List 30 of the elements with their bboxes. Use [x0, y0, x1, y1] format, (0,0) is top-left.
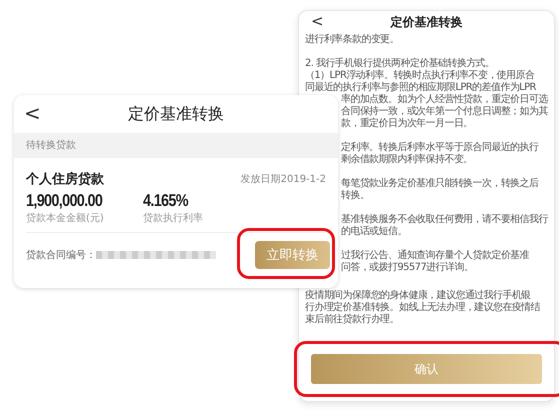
notice-text-line: 率的加点数。如为个人经营性贷款，重定价日可选	[341, 94, 548, 106]
page-title: 定价基准转换	[390, 14, 462, 30]
figure-label: 贷款本金金额(元)	[26, 212, 105, 225]
figure-value: 1,900,000.00	[26, 191, 104, 211]
notice-text-line: （1）LPR浮动利率。转换时点执行利率不变，使用原合	[305, 70, 536, 82]
loan-name: 个人住房贷款	[26, 170, 104, 188]
notice-text-line: 的电话或短信。	[341, 226, 408, 238]
notice-text-line: 定利率。转换后利率水平等于原合同最近的执行	[341, 142, 540, 154]
notice-text-line: 问答，或拨打95577进行详询。	[341, 262, 474, 274]
notice-text-line: 过我行公告、通知查询存量个人贷款定价基准	[341, 250, 530, 262]
notice-text-line: 每笔贷款业务定价基准只能转换一次，转换之后	[341, 178, 540, 190]
notice-text-line: 款，重定价日为次年一月一日。	[341, 118, 474, 130]
notice-text-line: 剩余借款期限内利率保持不变。	[341, 154, 474, 166]
notice-text-line: 行办理定价基准转换。如线上无法办理，建议您在疫情结	[305, 302, 542, 314]
notice-text-line: 2. 我行手机银行提供两种定价基础转换方式。	[305, 58, 496, 70]
notice-text-line: 疫情期间为保障您的身体健康，建议您通过我行手机银	[305, 290, 532, 302]
figure-label: 贷款执行利率	[143, 212, 203, 225]
page-title: 定价基准转换	[128, 104, 224, 124]
back-button[interactable]: <	[24, 101, 41, 125]
issue-date: 发放日期2019-1-2	[240, 172, 326, 186]
notice-text-line: 束后前往贷款行办理。	[305, 314, 400, 326]
contract-label: 贷款合同编号：	[26, 248, 96, 262]
figure-value: 4.165%	[143, 191, 190, 211]
notice-text-line: 合同保持一致，或次年第一个付息日调整；如为其	[341, 106, 548, 118]
notice-text-line: 进行利率条款的变更。	[305, 34, 400, 46]
notice-text-line: 基准转换服务不会收取任何费用，请不要相信我行	[341, 214, 548, 226]
notice-text-line: 同最近的执行利率与参照的相应期限LPR的差值作为LPR	[305, 82, 537, 94]
section-header: 待转换贷款	[14, 133, 338, 158]
notice-text-line: 转换。	[341, 190, 370, 202]
back-button[interactable]: <	[311, 12, 324, 30]
